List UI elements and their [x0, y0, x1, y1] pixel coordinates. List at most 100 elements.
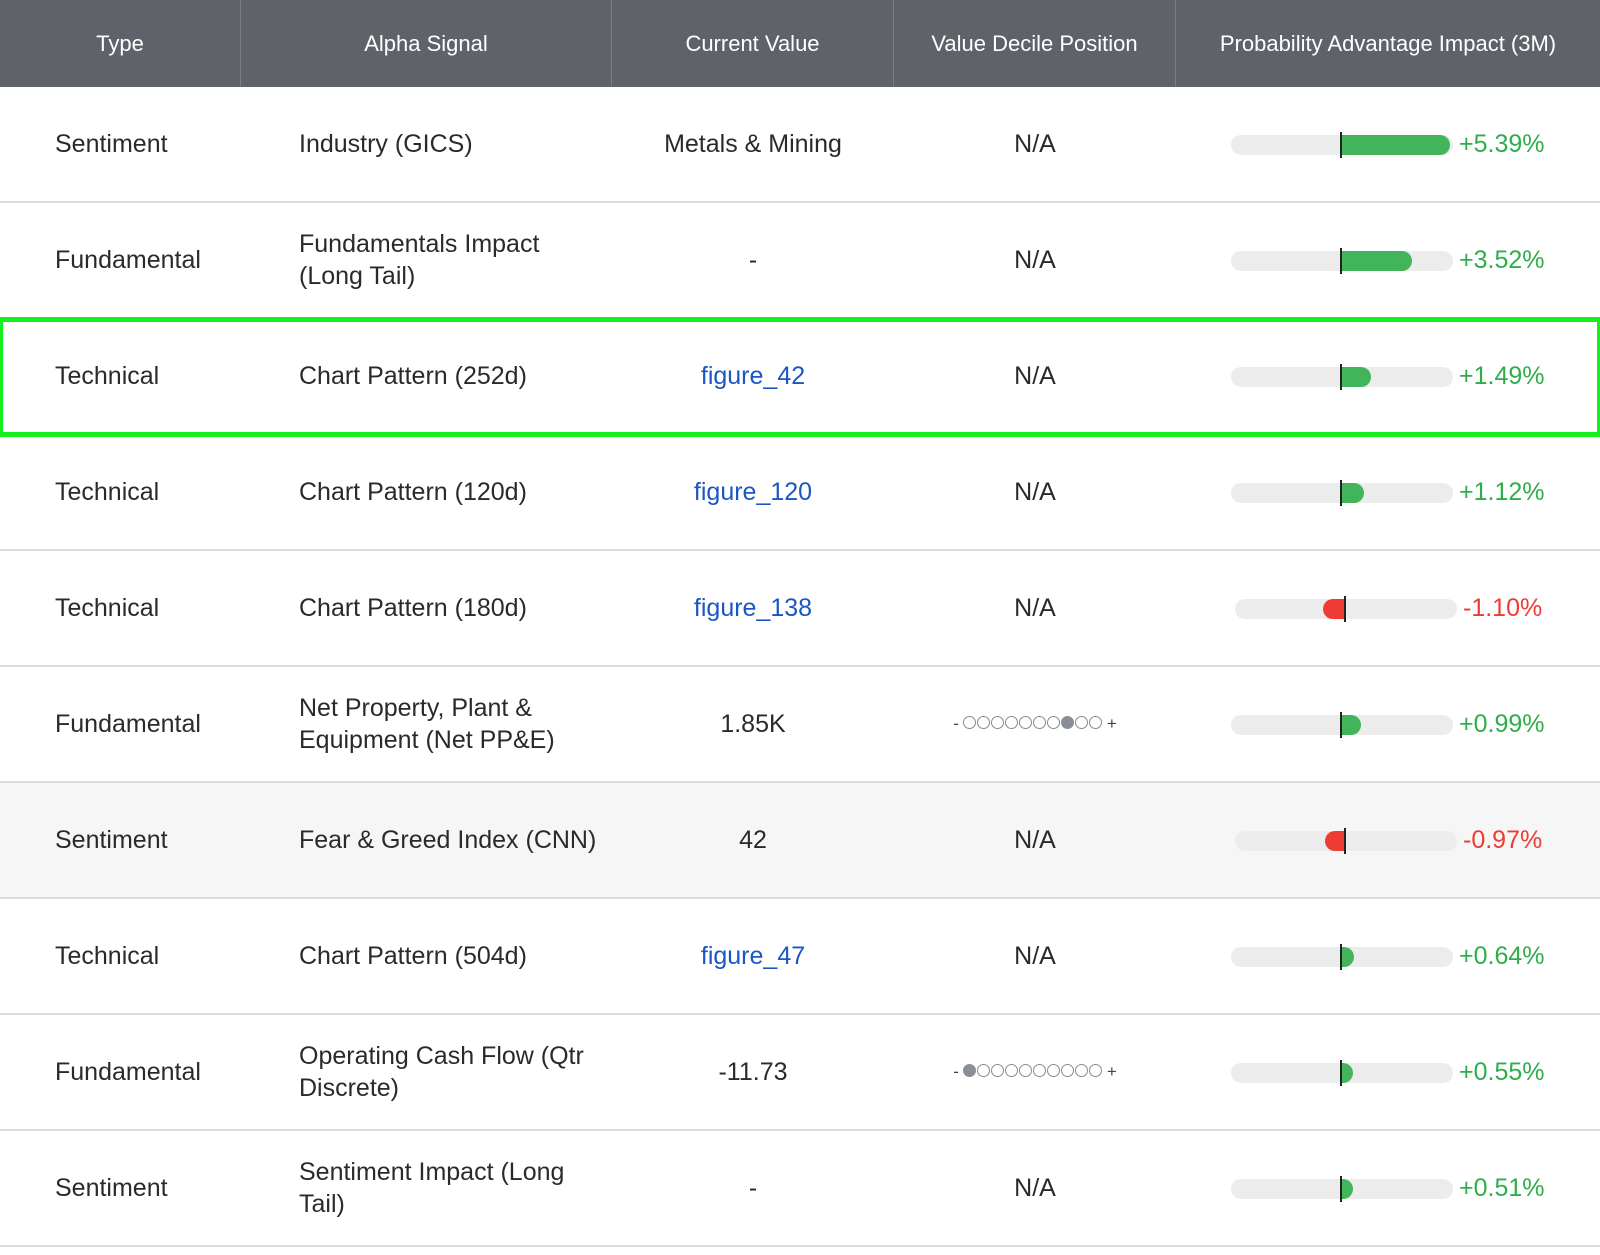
decile-dot	[1005, 716, 1019, 729]
table-row[interactable]: Fundamental Operating Cash Flow (Qtr Disc…	[0, 1015, 1600, 1131]
cell-probability-impact: +0.64%	[1176, 899, 1600, 1013]
cell-decile-position: - +	[894, 667, 1176, 781]
decile-dot-filled	[1061, 716, 1075, 729]
decile-dot	[991, 716, 1005, 729]
cell-current-value: -	[612, 1131, 894, 1245]
table-row[interactable]: Technical Chart Pattern (504d) figure_47 N/…	[0, 899, 1600, 1015]
cell-probability-impact: -1.10%	[1176, 551, 1600, 665]
cell-alpha-signal: Fear & Greed Index (CNN)	[299, 826, 597, 854]
decile-dot	[1047, 716, 1061, 729]
decile-plus-label: +	[1106, 1062, 1117, 1081]
chart-pattern-link[interactable]: figure_138	[694, 594, 812, 623]
decile-plus-label: +	[1106, 714, 1117, 733]
cell-decile-position: N/A	[894, 435, 1176, 549]
cell-current-value: figure_138	[612, 551, 894, 665]
table-row[interactable]: Technical Chart Pattern (252d) figure_42 N/…	[0, 317, 1600, 437]
impact-bar-track	[1235, 599, 1457, 619]
impact-percentage: +3.52%	[1459, 246, 1545, 274]
table-row[interactable]: Fundamental Fundamentals Impact (Long Tai…	[0, 203, 1600, 319]
decile-dot	[1033, 1064, 1047, 1077]
decile-text: N/A	[1014, 941, 1056, 970]
impact-bar-positive	[1341, 483, 1364, 503]
cell-probability-impact: -0.97%	[1176, 783, 1600, 897]
decile-dot	[1061, 1064, 1075, 1077]
decile-dot	[1047, 1064, 1061, 1077]
cell-probability-impact: +0.51%	[1176, 1131, 1600, 1245]
table-row[interactable]: Sentiment Industry (GICS) Metals & Mining N…	[0, 87, 1600, 203]
cell-alpha-signal: Sentiment Impact (Long Tail)	[299, 1158, 565, 1218]
cell-type: Technical	[55, 361, 160, 390]
cell-probability-impact: +5.39%	[1176, 87, 1600, 201]
impact-zero-tick	[1344, 596, 1346, 622]
decile-dot	[1089, 716, 1103, 729]
cell-current-value: figure_47	[612, 899, 894, 1013]
cell-current-value: figure_42	[612, 319, 894, 433]
cell-current-value: Metals & Mining	[612, 87, 894, 201]
chart-pattern-link[interactable]: figure_120	[694, 478, 812, 507]
cell-decile-position: N/A	[894, 551, 1176, 665]
impact-zero-tick	[1344, 828, 1346, 854]
impact-percentage: +0.51%	[1459, 1174, 1545, 1202]
column-header-current-value[interactable]: Current Value	[612, 0, 894, 87]
decile-text: N/A	[1014, 129, 1056, 158]
cell-decile-position: N/A	[894, 899, 1176, 1013]
column-header-probability-impact[interactable]: Probability Advantage Impact (3M)	[1176, 0, 1600, 87]
impact-zero-tick	[1340, 364, 1342, 390]
table-header: Type Alpha Signal Current Value Value De…	[0, 0, 1600, 87]
cell-type: Fundamental	[55, 1057, 201, 1086]
table-row[interactable]: Sentiment Sentiment Impact (Long Tail) - N/…	[0, 1131, 1600, 1247]
cell-probability-impact: +0.99%	[1176, 667, 1600, 781]
impact-percentage: +1.12%	[1459, 478, 1545, 506]
impact-bar-track	[1235, 831, 1457, 851]
cell-alpha-signal: Chart Pattern (120d)	[299, 478, 527, 506]
cell-probability-impact: +3.52%	[1176, 203, 1600, 317]
alpha-signals-table: Type Alpha Signal Current Value Value De…	[0, 0, 1600, 1247]
cell-decile-position: N/A	[894, 1131, 1176, 1245]
cell-type: Fundamental	[55, 245, 201, 274]
decile-dot	[1089, 1064, 1103, 1077]
chart-pattern-link[interactable]: figure_42	[701, 362, 805, 391]
table-row[interactable]: Technical Chart Pattern (120d) figure_120 N…	[0, 435, 1600, 551]
impact-percentage: -0.97%	[1463, 826, 1543, 854]
cell-type: Sentiment	[55, 1173, 168, 1202]
current-value-text: -11.73	[718, 1057, 788, 1086]
decile-dots	[963, 714, 1103, 734]
cell-type: Technical	[55, 477, 160, 506]
impact-percentage: +1.49%	[1459, 362, 1545, 390]
cell-current-value: 1.85K	[612, 667, 894, 781]
table-row[interactable]: Fundamental Net Property, Plant & Equipme…	[0, 667, 1600, 783]
impact-bar-positive	[1341, 251, 1413, 271]
cell-decile-position: - +	[894, 1015, 1176, 1129]
cell-current-value: figure_120	[612, 435, 894, 549]
decile-dot	[1075, 716, 1089, 729]
impact-percentage: +5.39%	[1459, 130, 1545, 158]
column-header-type[interactable]: Type	[0, 0, 241, 87]
cell-type: Sentiment	[55, 129, 168, 158]
table-row[interactable]: Technical Chart Pattern (180d) figure_138 N…	[0, 551, 1600, 667]
chart-pattern-link[interactable]: figure_47	[701, 942, 805, 971]
cell-probability-impact: +1.12%	[1176, 435, 1600, 549]
decile-text: N/A	[1014, 825, 1056, 854]
impact-percentage: -1.10%	[1463, 594, 1543, 622]
cell-current-value: -	[612, 203, 894, 317]
table-body: Sentiment Industry (GICS) Metals & Mining N…	[0, 87, 1600, 1247]
decile-indicator: - +	[953, 1062, 1117, 1082]
decile-text: N/A	[1014, 245, 1056, 274]
cell-type: Sentiment	[55, 825, 168, 854]
cell-alpha-signal: Operating Cash Flow (Qtr Discrete)	[299, 1042, 584, 1102]
decile-indicator: - +	[953, 714, 1117, 734]
cell-current-value: -11.73	[612, 1015, 894, 1129]
cell-type: Technical	[55, 593, 160, 622]
decile-dot	[991, 1064, 1005, 1077]
decile-text: N/A	[1014, 1173, 1056, 1202]
column-header-value-decile-position[interactable]: Value Decile Position	[894, 0, 1176, 87]
decile-dot	[1019, 1064, 1033, 1077]
cell-alpha-signal: Chart Pattern (252d)	[299, 362, 527, 390]
impact-zero-tick	[1340, 944, 1342, 970]
column-header-alpha-signal[interactable]: Alpha Signal	[241, 0, 612, 87]
table-row[interactable]: Sentiment Fear & Greed Index (CNN) 42 N/A -0…	[0, 783, 1600, 899]
cell-decile-position: N/A	[894, 319, 1176, 433]
impact-zero-tick	[1340, 248, 1342, 274]
impact-zero-tick	[1340, 712, 1342, 738]
decile-dot	[977, 716, 991, 729]
